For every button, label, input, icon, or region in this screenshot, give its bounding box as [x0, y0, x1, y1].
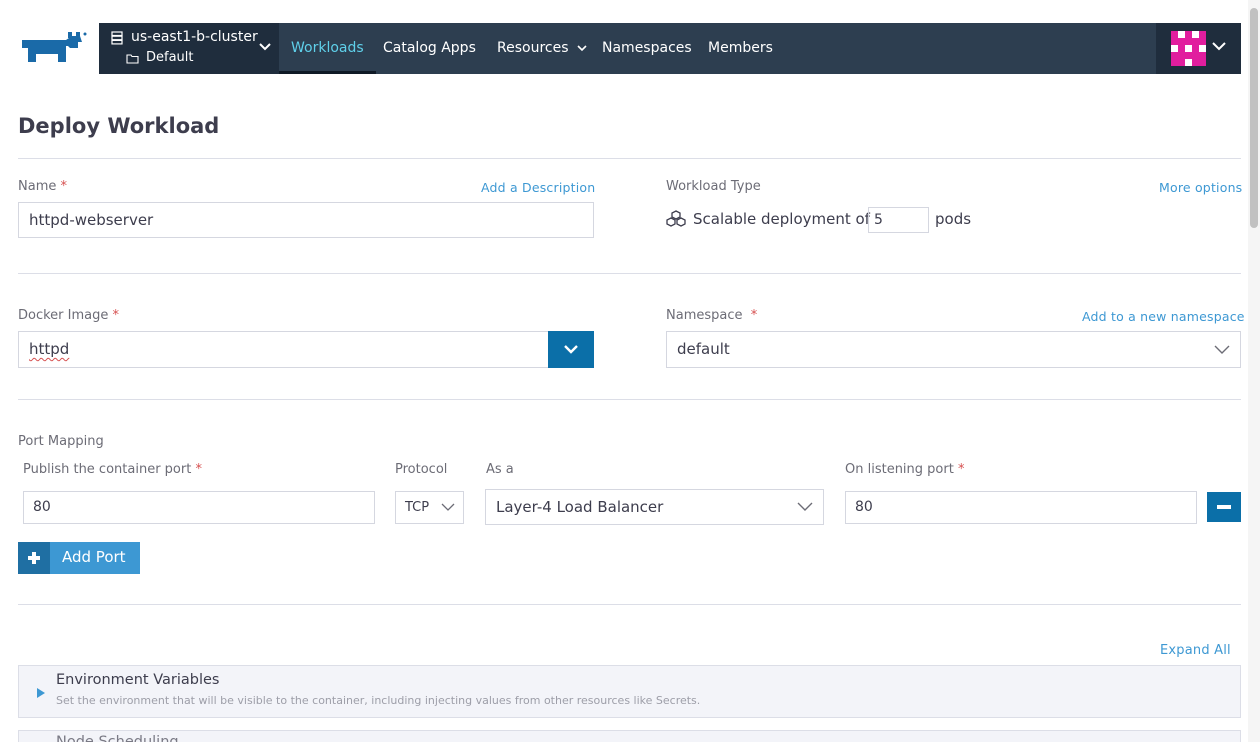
accordion-description: Set the environment that will be visible…: [56, 694, 701, 707]
service-type-value: Layer-4 Load Balancer: [496, 498, 664, 516]
nav-workloads[interactable]: Workloads: [279, 23, 376, 74]
protocol-value: TCP: [405, 500, 430, 515]
chevron-down-icon: [577, 44, 587, 51]
service-type-select[interactable]: Layer-4 Load Balancer: [485, 489, 824, 525]
nav-members[interactable]: Members: [708, 23, 773, 74]
namespace-value: default: [677, 340, 730, 358]
workload-type-label: Workload Type: [666, 179, 761, 194]
accordion-node-scheduling[interactable]: Node Scheduling: [18, 730, 1241, 742]
protocol-label: Protocol: [395, 462, 448, 477]
namespace-select[interactable]: default: [666, 331, 1241, 368]
docker-image-label: Docker Image *: [18, 308, 120, 323]
nav-catalog-apps-label: Catalog Apps: [383, 40, 476, 56]
docker-image-value: httpd: [29, 340, 70, 358]
rancher-logo-icon: [22, 32, 87, 62]
user-menu[interactable]: [1156, 23, 1241, 74]
nav-workloads-label: Workloads: [291, 40, 364, 56]
chevron-down-icon: [564, 345, 578, 354]
plus-icon: [18, 542, 50, 574]
chevron-down-icon: [441, 503, 455, 511]
nav-namespaces-label: Namespaces: [602, 40, 692, 56]
chevron-down-icon: [1214, 345, 1230, 354]
cluster-name: us-east1-b-cluster: [131, 29, 258, 45]
nav-resources[interactable]: Resources: [497, 23, 587, 74]
expand-all-link[interactable]: Expand All: [1160, 643, 1231, 658]
divider: [18, 604, 1241, 605]
chevron-down-icon: [259, 43, 271, 51]
docker-image-dropdown-button[interactable]: [548, 331, 594, 368]
triangle-right-icon: [37, 688, 45, 698]
more-options-link[interactable]: More options: [1159, 180, 1242, 195]
name-label: Name *: [18, 179, 67, 194]
namespace-label: Namespace *: [666, 308, 758, 323]
minus-icon: [1217, 505, 1231, 509]
nav-members-label: Members: [708, 40, 773, 56]
top-navigation: us-east1-b-cluster Default Workloads Cat…: [99, 23, 1241, 74]
protocol-select[interactable]: TCP: [395, 491, 464, 524]
divider: [18, 399, 1241, 400]
pods-text: pods: [935, 210, 972, 228]
pod-count-input[interactable]: 5: [868, 207, 929, 233]
add-description-link[interactable]: Add a Description: [481, 180, 595, 195]
accordion-title: Node Scheduling: [56, 734, 179, 742]
publish-port-label: Publish the container port *: [23, 462, 202, 477]
listening-port-label: On listening port *: [845, 462, 965, 477]
server-icon: [111, 31, 123, 45]
folder-icon: [126, 54, 139, 64]
name-input[interactable]: httpd-webserver: [18, 202, 594, 238]
accordion-environment-variables[interactable]: Environment Variables Set the environmen…: [18, 665, 1241, 718]
scrollbar-thumb[interactable]: [1250, 8, 1258, 228]
as-a-label: As a: [486, 462, 514, 477]
scalable-deployment-icon: [666, 210, 686, 227]
listening-port-input[interactable]: 80: [845, 491, 1197, 524]
nav-resources-label: Resources: [497, 40, 569, 56]
port-mapping-label: Port Mapping: [18, 434, 104, 449]
project-name: Default: [146, 50, 194, 65]
add-port-label: Add Port: [62, 548, 126, 566]
add-namespace-link[interactable]: Add to a new namespace: [1082, 309, 1245, 324]
remove-port-button[interactable]: [1207, 492, 1241, 522]
chevron-down-icon: [1212, 42, 1226, 51]
divider: [18, 273, 1241, 274]
page-scrollbar[interactable]: [1248, 0, 1260, 742]
nav-namespaces[interactable]: Namespaces: [602, 23, 692, 74]
avatar: [1171, 31, 1206, 66]
accordion-title: Environment Variables: [56, 672, 220, 688]
nav-catalog-apps[interactable]: Catalog Apps: [383, 23, 476, 74]
docker-image-input[interactable]: httpd: [18, 331, 549, 368]
chevron-down-icon: [797, 502, 813, 511]
divider: [18, 158, 1241, 159]
add-port-button[interactable]: Add Port: [18, 542, 140, 574]
cluster-project-switcher[interactable]: us-east1-b-cluster Default: [99, 23, 279, 74]
container-port-input[interactable]: 80: [23, 491, 375, 524]
page-title: Deploy Workload: [18, 114, 220, 138]
scalable-deployment-text: Scalable deployment of: [693, 210, 870, 228]
